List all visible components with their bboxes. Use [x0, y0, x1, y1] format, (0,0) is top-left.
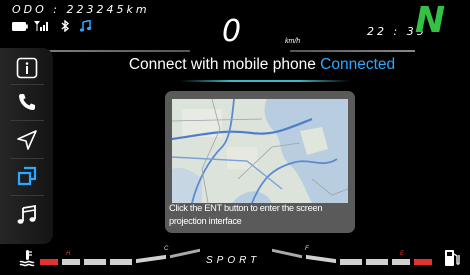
fuel-gauge-segment — [366, 259, 388, 265]
gear-indicator: N — [415, 0, 446, 41]
fuel-empty-marker: E — [400, 251, 405, 257]
phone-icon — [19, 94, 35, 110]
speed-unit: km/h — [285, 38, 301, 45]
coolant-temperature-icon — [19, 250, 35, 267]
sidebar-divider — [10, 120, 44, 121]
signal-icon — [34, 21, 48, 31]
temp-gauge-segment — [40, 259, 58, 265]
battery-icon — [12, 21, 28, 31]
card-instruction-text: Click the ENT button to enter the screen… — [169, 203, 323, 226]
music-note-icon — [80, 20, 91, 32]
dashboard-screen: ODO : 223245km 0 km/h 22 : 35 N Connect … — [0, 0, 470, 275]
temp-gauge-segment — [62, 259, 80, 265]
fuel-gauge-segment — [392, 259, 410, 265]
connection-status: Connected — [320, 56, 396, 73]
sidebar-divider — [10, 158, 44, 159]
connection-status-line: Connect with mobile phone Connected — [72, 56, 452, 74]
navigation-icon — [17, 130, 37, 150]
sidebar-item-music[interactable] — [13, 201, 41, 229]
fuel-pump-icon — [445, 250, 460, 266]
sidebar-item-screen-projection[interactable] — [13, 162, 41, 190]
bluetooth-icon — [61, 20, 70, 32]
temp-gauge-segment — [110, 259, 132, 265]
ride-mode: SPORT — [206, 255, 261, 266]
screen-projection-icon — [17, 166, 37, 186]
fuel-gauge-segment — [414, 259, 432, 265]
temp-cold-marker: C — [164, 246, 169, 252]
sidebar-item-navigation[interactable] — [13, 126, 41, 154]
speed-value: 0 — [222, 14, 242, 49]
sidebar-divider — [10, 84, 44, 85]
temp-gauge-segment — [84, 259, 106, 265]
sidebar — [0, 48, 53, 244]
map-preview-image — [171, 98, 349, 204]
odometer: ODO : 223245km — [12, 3, 150, 16]
title-underline — [180, 80, 350, 82]
sidebar-divider — [10, 195, 44, 196]
status-icons — [12, 20, 91, 32]
music-icon — [17, 204, 36, 224]
fuel-gauge-segment — [340, 259, 362, 265]
fuel-full-marker: F — [305, 246, 309, 252]
sidebar-item-info[interactable] — [13, 54, 41, 82]
temp-hot-marker: H — [66, 251, 71, 257]
sidebar-item-phone[interactable] — [13, 88, 41, 116]
top-divider-right — [290, 50, 415, 52]
connection-title: Connect with mobile phone — [128, 56, 316, 73]
screen-projection-card[interactable]: Click the ENT button to enter the screen… — [165, 91, 355, 233]
info-icon — [16, 57, 38, 79]
